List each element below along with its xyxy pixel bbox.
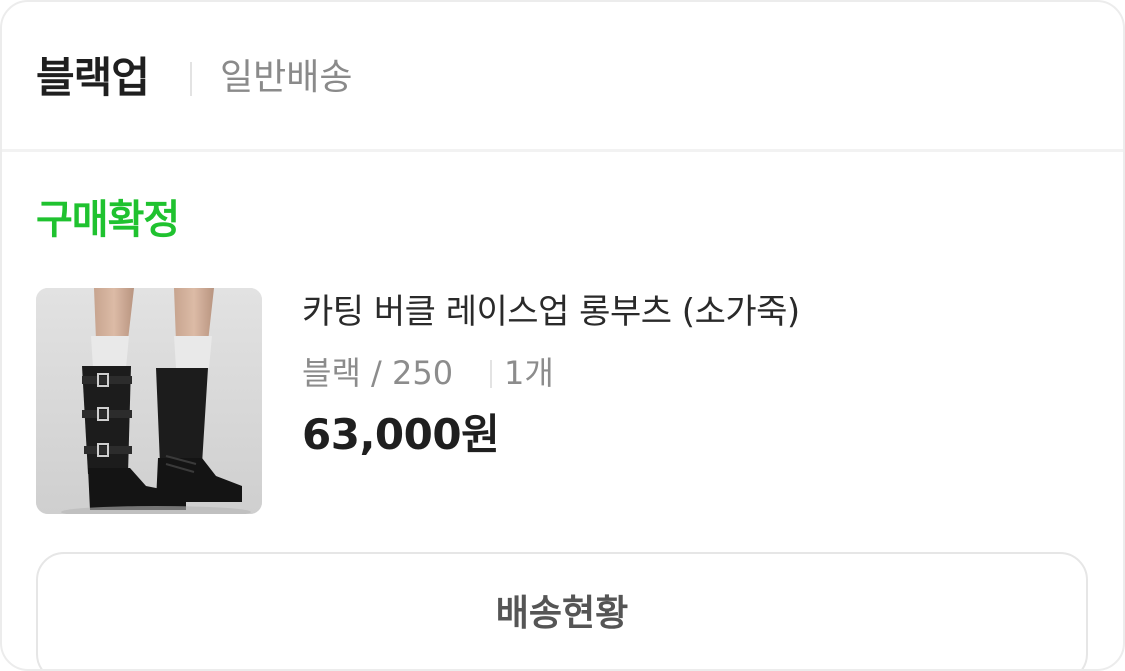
- option-divider: [490, 360, 492, 388]
- delivery-status-button-label: 배송현황: [495, 593, 629, 634]
- header-divider: [190, 62, 192, 96]
- store-name[interactable]: 블랙업: [36, 50, 150, 106]
- product-price: 63,000원: [302, 410, 500, 459]
- shipping-type-label: 일반배송: [220, 57, 353, 98]
- product-name[interactable]: 카팅 버클 레이스업 롱부츠 (소가죽): [302, 286, 800, 338]
- store-header: 블랙업 일반배송: [2, 2, 1123, 152]
- delivery-status-button[interactable]: 배송현황: [36, 552, 1088, 669]
- product-option: 블랙 / 250: [302, 354, 454, 392]
- product-thumbnail[interactable]: [36, 288, 262, 514]
- order-card: 블랙업 일반배송 구매확정 카팅 버클 레이스업 롱부츠 (소가죽) 블랙 / …: [0, 0, 1125, 671]
- boots-image-icon: [36, 288, 262, 514]
- order-status-label: 구매확정: [36, 197, 180, 243]
- product-quantity: 1개: [504, 354, 554, 392]
